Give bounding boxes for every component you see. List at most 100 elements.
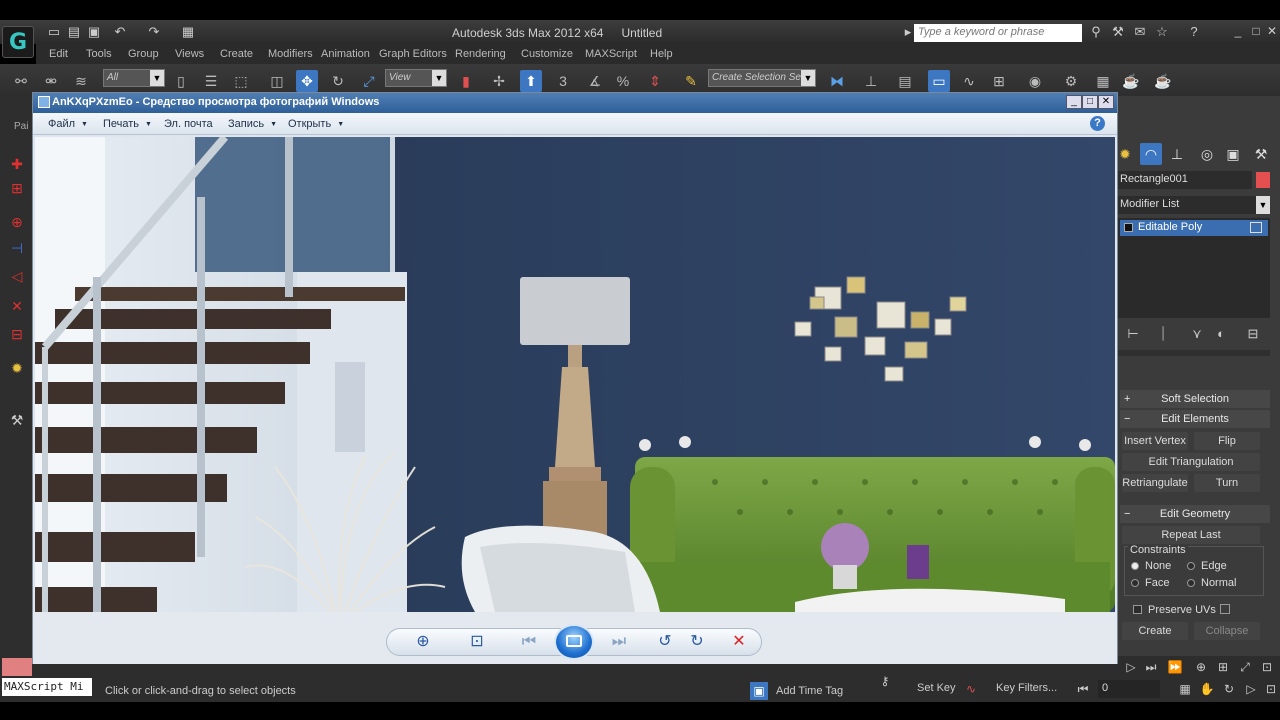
pivot-center-icon[interactable]: ▮ — [455, 70, 477, 92]
viewer-menu-file[interactable]: Файл ▼ — [48, 118, 88, 130]
save-file-icon[interactable]: ▣ — [86, 24, 102, 40]
menu-edit[interactable]: Edit — [49, 48, 68, 60]
rollout-soft-selection[interactable]: + Soft Selection — [1120, 390, 1270, 408]
region-select-icon[interactable]: ⬚ — [230, 70, 252, 92]
render-production-icon[interactable]: ☕ — [1120, 70, 1142, 92]
menu-rendering[interactable]: Rendering — [455, 48, 506, 60]
zoom-extents-all-icon[interactable]: ⊡ — [1258, 658, 1276, 676]
menu-group[interactable]: Group — [128, 48, 159, 60]
mirror-icon[interactable]: ⧓ — [826, 70, 848, 92]
insert-vertex-button[interactable]: Insert Vertex — [1122, 432, 1188, 450]
isolate-selection-icon[interactable]: ▣ — [750, 682, 768, 700]
make-unique-icon[interactable]: ⋎ — [1186, 326, 1208, 344]
left-tool-icon-3[interactable]: ⊕ — [6, 214, 28, 232]
menu-animation[interactable]: Animation — [321, 48, 370, 60]
delete-x-icon[interactable]: ✕ — [6, 298, 28, 316]
pin-stack-icon[interactable]: ⊢ — [1122, 326, 1144, 344]
render-iterative-icon[interactable]: ☕ — [1152, 70, 1174, 92]
selection-filter-dropdown[interactable]: All ▼ — [103, 69, 165, 87]
zoom-extents-icon[interactable]: ⤢ — [1236, 658, 1254, 676]
preserve-uvs-settings-icon[interactable] — [1220, 604, 1230, 614]
left-tool-icon-1[interactable]: ✚ — [6, 156, 28, 174]
constraint-edge-radio[interactable] — [1187, 562, 1195, 570]
curve-editor-icon[interactable]: ∿ — [958, 70, 980, 92]
retriangulate-button[interactable]: Retriangulate — [1122, 474, 1188, 492]
help-icon[interactable]: ? — [1186, 24, 1202, 40]
show-end-result-icon[interactable]: ⏐ — [1152, 326, 1174, 344]
viewer-menu-burn[interactable]: Запись ▼ — [228, 118, 277, 130]
reference-coordinate-dropdown[interactable]: View ▼ — [385, 69, 447, 87]
constraint-none-radio[interactable] — [1131, 562, 1139, 570]
bind-spacewarp-icon[interactable]: ≋ — [70, 70, 92, 92]
key-mode-icon[interactable]: ∿ — [962, 680, 980, 698]
menu-tools[interactable]: Tools — [86, 48, 112, 60]
link-icon[interactable]: ⚯ — [10, 70, 32, 92]
menu-help[interactable]: Help — [650, 48, 673, 60]
angle-snap-icon[interactable]: ∡ — [584, 70, 606, 92]
set-key-button[interactable]: Set Key — [917, 682, 956, 694]
new-file-icon[interactable]: ▭ — [46, 24, 62, 40]
key-icon[interactable]: ⚷ — [876, 672, 894, 690]
next-icon[interactable]: ⏭ — [608, 631, 630, 653]
current-frame-field[interactable]: 0 — [1098, 680, 1160, 698]
percent-snap-icon[interactable]: % — [612, 70, 634, 92]
sun-icon[interactable]: ✹ — [6, 360, 28, 378]
hammer-icon[interactable]: ⚒ — [6, 412, 28, 430]
constraint-face-radio[interactable] — [1131, 579, 1139, 587]
flip-button[interactable]: Flip — [1194, 432, 1260, 450]
modify-tab-icon[interactable]: ◠ — [1140, 143, 1162, 165]
delete-icon[interactable]: ✕ — [728, 631, 750, 653]
zoom-all-icon[interactable]: ⊞ — [1214, 658, 1232, 676]
zoom-icon[interactable]: ⊕ — [1192, 658, 1210, 676]
max-minimize-button[interactable]: _ — [1230, 24, 1246, 40]
rendered-frame-icon[interactable]: ▦ — [1092, 70, 1114, 92]
layer-manager-icon[interactable]: ▤ — [894, 70, 916, 92]
menu-graph-editors[interactable]: Graph Editors — [379, 48, 447, 60]
go-to-end-icon[interactable]: ⏩ — [1166, 658, 1184, 676]
pan-view-icon[interactable]: ✋ — [1198, 680, 1216, 698]
viewer-help-icon[interactable]: ? — [1090, 116, 1105, 131]
subscription-icon[interactable]: ⚒ — [1110, 24, 1126, 40]
remove-modifier-icon[interactable]: ◐ — [1210, 326, 1232, 344]
key-filters-button[interactable]: Key Filters... — [996, 682, 1057, 694]
redo-icon[interactable]: ↷ — [146, 24, 162, 40]
actual-size-icon[interactable]: ⊡ — [466, 631, 488, 653]
key-mode-toggle-icon[interactable]: ⏮ — [1074, 680, 1092, 698]
undo-icon[interactable]: ↶ — [112, 24, 128, 40]
previous-icon[interactable]: ⏮ — [518, 631, 540, 653]
add-time-tag[interactable]: Add Time Tag — [776, 685, 843, 697]
repeat-last-button[interactable]: Repeat Last — [1122, 526, 1260, 544]
snaps-toggle-icon[interactable]: 3 — [552, 70, 574, 92]
viewer-minimize-button[interactable]: _ — [1066, 95, 1082, 109]
hierarchy-tab-icon[interactable]: ⊥ — [1166, 143, 1188, 165]
search-input[interactable]: Type a keyword or phrase — [914, 24, 1082, 42]
rotate-icon[interactable]: ↻ — [327, 70, 349, 92]
left-tool-icon-2[interactable]: ⊞ — [6, 180, 28, 198]
turn-button[interactable]: Turn — [1194, 474, 1260, 492]
align-icon[interactable]: ⊥ — [860, 70, 882, 92]
display-tab-icon[interactable]: ▣ — [1222, 143, 1244, 165]
graphite-ribbon-icon[interactable]: ▭ — [928, 70, 950, 92]
select-object-icon[interactable]: ▯ — [170, 70, 192, 92]
keyboard-shortcut-toggle-icon[interactable]: ⬆ — [520, 70, 542, 92]
stack-item-editable-poly[interactable]: Editable Poly — [1120, 220, 1268, 236]
play-icon[interactable]: ▷ — [1122, 658, 1140, 676]
project-folder-icon[interactable]: ▦ — [180, 24, 196, 40]
field-of-view-icon[interactable]: ▷ — [1242, 680, 1260, 698]
object-name-field[interactable]: Rectangle001 — [1118, 171, 1252, 189]
favorites-star-icon[interactable]: ☆ — [1154, 24, 1170, 40]
communication-icon[interactable]: ✉ — [1132, 24, 1148, 40]
menu-maxscript[interactable]: MAXScript — [585, 48, 637, 60]
motion-tab-icon[interactable]: ◎ — [1196, 143, 1218, 165]
menu-create[interactable]: Create — [220, 48, 253, 60]
menu-customize[interactable]: Customize — [521, 48, 573, 60]
preserve-uvs-checkbox[interactable] — [1133, 605, 1142, 614]
scale-icon[interactable]: ⤢ — [358, 70, 380, 92]
left-tool-icon-4[interactable]: ⊣ — [6, 240, 28, 258]
collapse-button[interactable]: Collapse — [1194, 622, 1260, 640]
rotate-clockwise-icon[interactable]: ↻ — [686, 631, 708, 653]
maximize-viewport-icon[interactable]: ⊡ — [1262, 680, 1280, 698]
max-restore-button[interactable]: □ — [1248, 24, 1264, 40]
left-tool-icon-7[interactable]: ⊟ — [6, 326, 28, 344]
edit-named-selection-icon[interactable]: ✎ — [680, 70, 702, 92]
